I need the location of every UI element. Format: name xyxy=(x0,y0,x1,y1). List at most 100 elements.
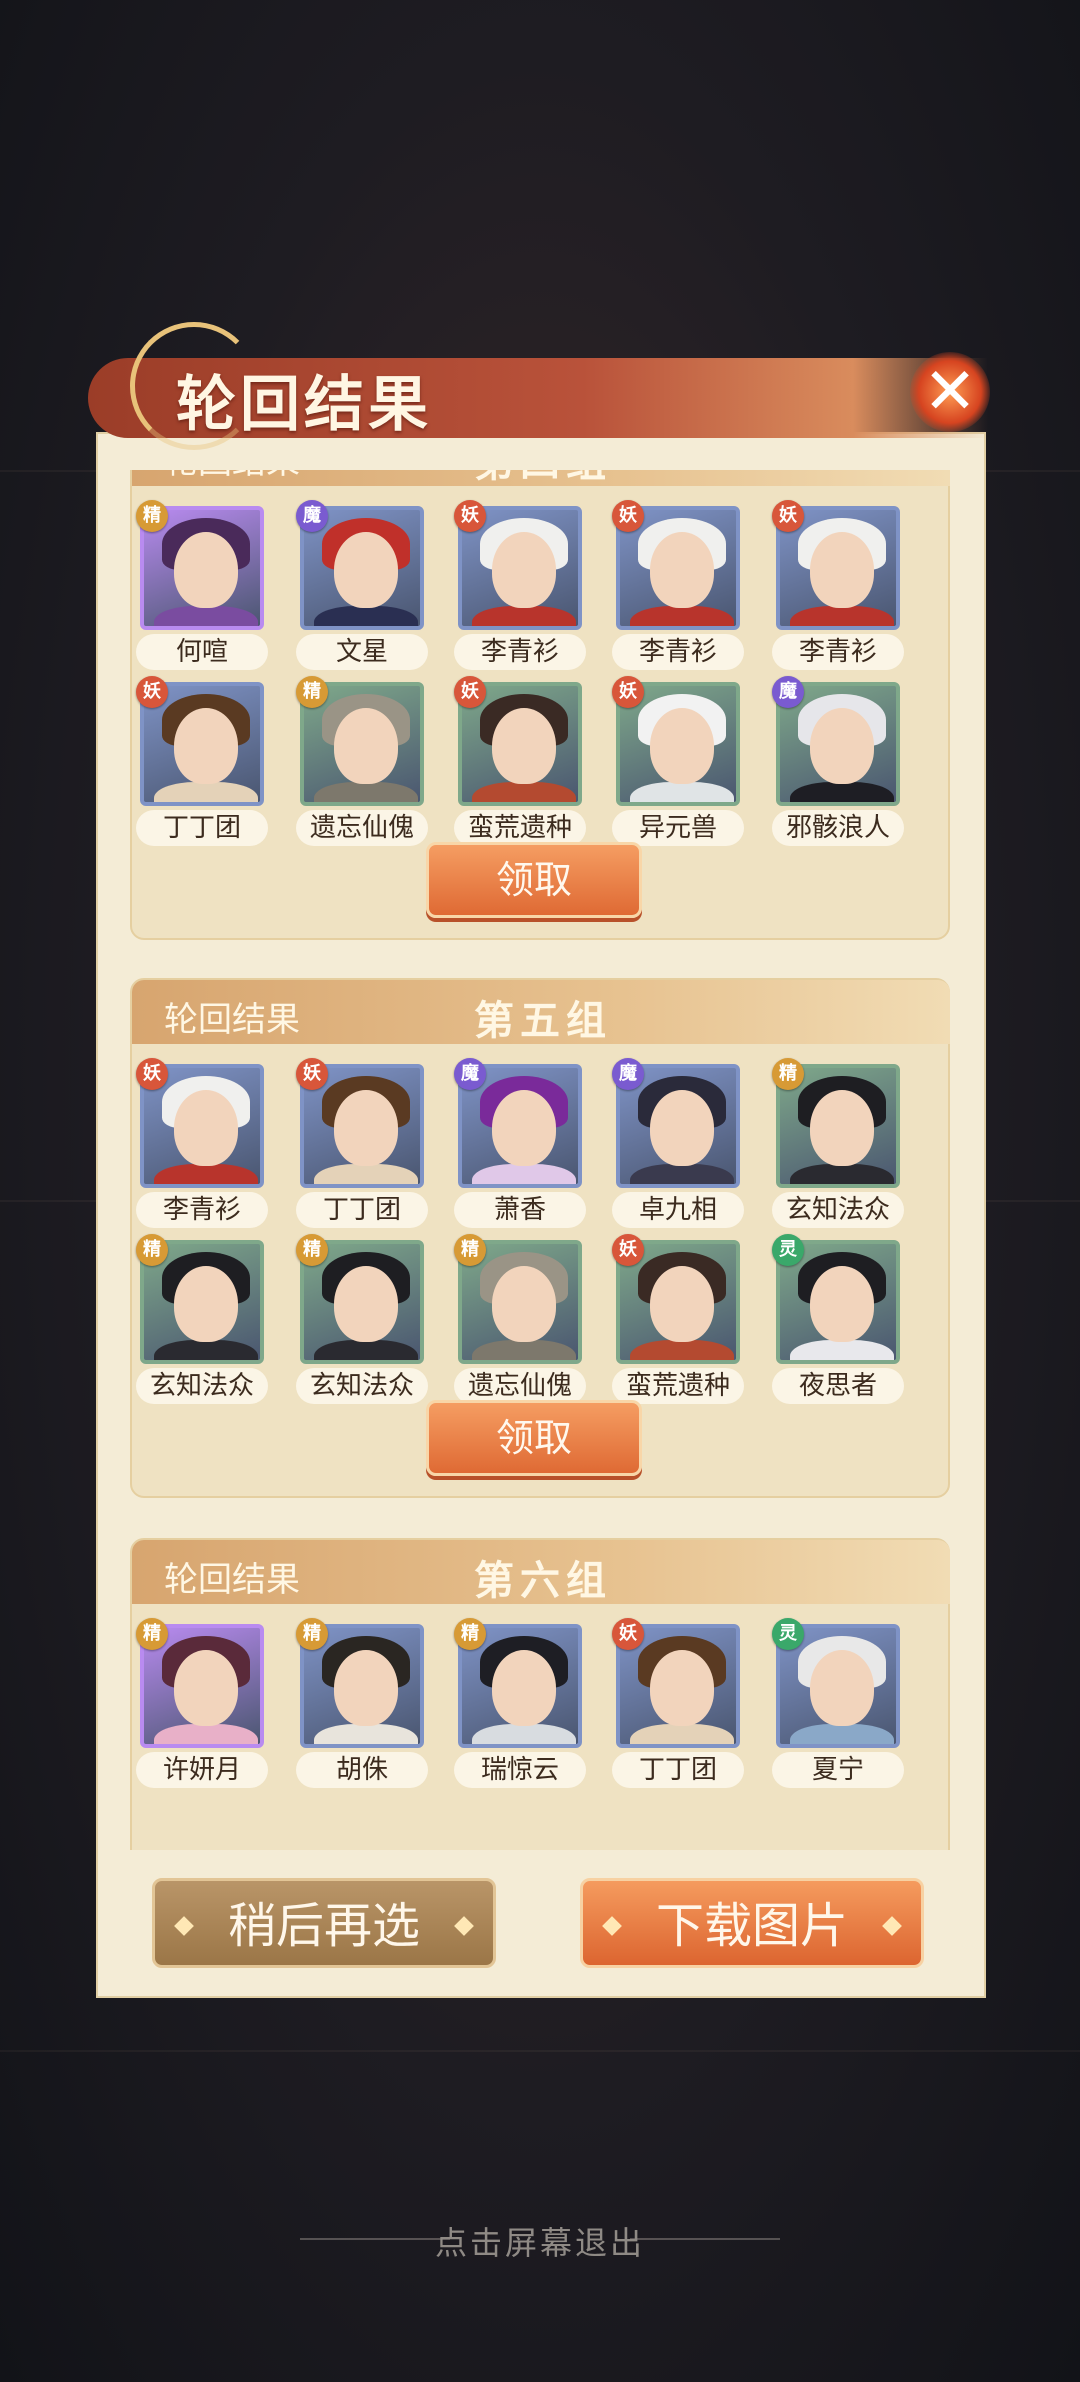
portrait-body xyxy=(472,782,576,802)
portrait-face xyxy=(810,532,874,608)
character-card[interactable]: 妖李青衫 xyxy=(136,1058,268,1232)
character-name: 遗忘仙傀 xyxy=(454,1368,586,1404)
portrait-body xyxy=(790,782,894,802)
portrait-face xyxy=(334,708,398,784)
portrait-body xyxy=(154,1340,258,1360)
character-card[interactable]: 精何喧 xyxy=(136,500,268,674)
character-card[interactable]: 魔邪骸浪人 xyxy=(772,676,904,850)
close-button[interactable]: ✕ xyxy=(910,352,990,432)
claim-button[interactable]: 领取 xyxy=(426,1400,642,1476)
character-name: 许妍月 xyxy=(136,1752,268,1788)
faction-badge: 精 xyxy=(136,500,168,532)
character-card[interactable]: 精胡侏 xyxy=(296,1618,428,1792)
faction-badge: 妖 xyxy=(772,500,804,532)
character-card[interactable]: 精玄知法众 xyxy=(136,1234,268,1408)
portrait-face xyxy=(650,1266,714,1342)
result-group-card: 轮回结果第四组精何喧魔文星妖李青衫妖李青衫妖李青衫妖丁丁团精遗忘仙傀妖蛮荒遗种妖… xyxy=(130,470,950,940)
group-header-label: 轮回结果 xyxy=(164,1000,300,1040)
character-name: 遗忘仙傀 xyxy=(296,810,428,846)
portrait-face xyxy=(174,532,238,608)
character-card[interactable]: 妖丁丁团 xyxy=(136,676,268,850)
portrait-face xyxy=(810,1090,874,1166)
portrait-face xyxy=(810,708,874,784)
character-card[interactable]: 精玄知法众 xyxy=(772,1058,904,1232)
faction-badge: 妖 xyxy=(454,676,486,708)
diamond-icon xyxy=(882,1916,902,1936)
portrait-body xyxy=(472,1340,576,1360)
result-group-card: 轮回结果 第五组妖李青衫妖丁丁团魔萧香魔卓九相精玄知法众精玄知法众精玄知法众精遗忘… xyxy=(130,978,950,1498)
exit-hint: 点击屏幕退出 xyxy=(434,2224,645,2262)
character-card[interactable]: 妖李青衫 xyxy=(772,500,904,674)
faction-badge: 魔 xyxy=(296,500,328,532)
character-name: 夏宁 xyxy=(772,1752,904,1788)
character-name: 丁丁团 xyxy=(296,1192,428,1228)
faction-badge: 妖 xyxy=(454,500,486,532)
character-card[interactable]: 妖丁丁团 xyxy=(612,1618,744,1792)
faction-badge: 妖 xyxy=(296,1058,328,1090)
character-name: 卓九相 xyxy=(612,1192,744,1228)
character-name: 玄知法众 xyxy=(296,1368,428,1404)
portrait-body xyxy=(314,782,418,802)
portrait-body xyxy=(630,782,734,802)
diamond-icon xyxy=(602,1916,622,1936)
character-name: 玄知法众 xyxy=(772,1192,904,1228)
character-card[interactable]: 魔萧香 xyxy=(454,1058,586,1232)
character-card[interactable]: 妖异元兽 xyxy=(612,676,744,850)
faction-badge: 妖 xyxy=(612,1234,644,1266)
character-name: 蛮荒遗种 xyxy=(454,810,586,846)
result-group-card: 轮回结果 第六组精许妍月精胡侏精瑞惊云妖丁丁团灵夏宁 xyxy=(130,1538,950,1850)
character-card[interactable]: 妖蛮荒遗种 xyxy=(454,676,586,850)
character-card[interactable]: 精玄知法众 xyxy=(296,1234,428,1408)
character-name: 邪骸浪人 xyxy=(772,810,904,846)
character-card[interactable]: 妖李青衫 xyxy=(612,500,744,674)
character-card[interactable]: 魔文星 xyxy=(296,500,428,674)
portrait-face xyxy=(334,532,398,608)
portrait-face xyxy=(174,1266,238,1342)
faction-badge: 妖 xyxy=(136,676,168,708)
faction-badge: 精 xyxy=(772,1058,804,1090)
choose-later-label: 稍后再选 xyxy=(227,1898,420,1954)
portrait-face xyxy=(334,1090,398,1166)
group-name: 第五组 xyxy=(474,997,612,1044)
group-header-label: 轮回结果 xyxy=(164,470,300,483)
character-card[interactable]: 妖丁丁团 xyxy=(296,1058,428,1232)
group-header: 轮回结果 第六组 xyxy=(132,1540,950,1604)
character-name: 李青衫 xyxy=(772,634,904,670)
portrait-face xyxy=(650,532,714,608)
group-header: 轮回结果 第五组 xyxy=(132,980,950,1044)
character-card[interactable]: 妖蛮荒遗种 xyxy=(612,1234,744,1408)
group-header: 轮回结果 第四组 xyxy=(132,470,950,486)
character-card[interactable]: 精遗忘仙傀 xyxy=(454,1234,586,1408)
portrait-body xyxy=(314,1340,418,1360)
portrait-face xyxy=(650,1090,714,1166)
claim-button[interactable]: 领取 xyxy=(426,842,642,918)
faction-badge: 灵 xyxy=(772,1618,804,1650)
character-card[interactable]: 魔卓九相 xyxy=(612,1058,744,1232)
group-header-label: 轮回结果 xyxy=(164,1560,300,1600)
character-card[interactable]: 精许妍月 xyxy=(136,1618,268,1792)
character-name: 玄知法众 xyxy=(136,1368,268,1404)
character-name: 胡侏 xyxy=(296,1752,428,1788)
character-card[interactable]: 灵夏宁 xyxy=(772,1618,904,1792)
choose-later-button[interactable]: 稍后再选 xyxy=(152,1878,496,1968)
faction-badge: 精 xyxy=(296,676,328,708)
portrait-face xyxy=(650,1650,714,1726)
character-name: 瑞惊云 xyxy=(454,1752,586,1788)
faction-badge: 魔 xyxy=(454,1058,486,1090)
portrait-body xyxy=(790,606,894,626)
faction-badge: 妖 xyxy=(136,1058,168,1090)
faction-badge: 魔 xyxy=(612,1058,644,1090)
character-card[interactable]: 灵夜思者 xyxy=(772,1234,904,1408)
character-name: 何喧 xyxy=(136,634,268,670)
character-card[interactable]: 精遗忘仙傀 xyxy=(296,676,428,850)
diamond-icon xyxy=(174,1916,194,1936)
character-card[interactable]: 妖李青衫 xyxy=(454,500,586,674)
character-card[interactable]: 精瑞惊云 xyxy=(454,1618,586,1792)
faction-badge: 精 xyxy=(454,1234,486,1266)
character-name: 李青衫 xyxy=(454,634,586,670)
download-image-button[interactable]: 下载图片 xyxy=(580,1878,924,1968)
faction-badge: 精 xyxy=(296,1234,328,1266)
character-name: 李青衫 xyxy=(612,634,744,670)
background-decoration xyxy=(0,2050,1080,2052)
results-scroll-list[interactable]: 轮回结果第四组精何喧魔文星妖李青衫妖李青衫妖李青衫妖丁丁团精遗忘仙傀妖蛮荒遗种妖… xyxy=(130,470,950,1850)
